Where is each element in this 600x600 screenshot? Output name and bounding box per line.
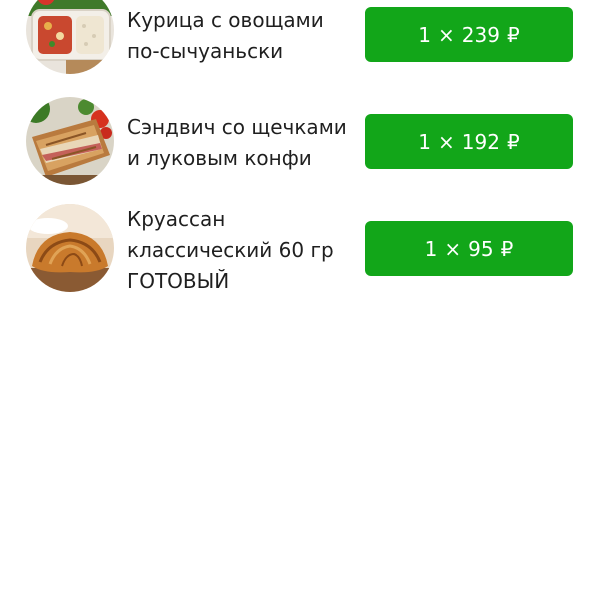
chicken-vegetables-container-image <box>26 0 114 74</box>
item-name-line: и луковым конфи <box>127 146 312 170</box>
times-sign: × <box>438 129 455 154</box>
sandwich-image <box>26 97 114 185</box>
item-name-line: Курица с овощами <box>127 8 324 32</box>
item-name: Сэндвич со щечками и луковым конфи <box>127 112 352 174</box>
item-name-line: ГОТОВЫЙ <box>127 269 230 293</box>
ruble-sign: ₽ <box>506 129 520 154</box>
cart-item-list: Курица с овощами по-сычуаньски 1 × 239 ₽ <box>0 0 600 600</box>
price-value: 95 <box>468 236 494 261</box>
item-name-line: Круассан <box>127 207 226 231</box>
times-sign: × <box>444 236 462 261</box>
ruble-sign: ₽ <box>500 236 514 261</box>
item-name-line: Сэндвич со щечками <box>127 115 347 139</box>
quantity-value: 1 <box>418 22 432 47</box>
quantity-price-button[interactable]: 1 × 239 ₽ <box>365 7 573 62</box>
croissant-image <box>26 204 114 292</box>
item-name: Круассан классический 60 гр ГОТОВЫЙ <box>127 204 352 297</box>
price-value: 239 <box>461 22 500 47</box>
ruble-sign: ₽ <box>506 22 520 47</box>
item-name: Курица с овощами по-сычуаньски <box>127 5 352 67</box>
times-sign: × <box>438 22 455 47</box>
item-name-line: по-сычуаньски <box>127 39 284 63</box>
item-name-line: классический 60 гр <box>127 238 334 262</box>
quantity-value: 1 <box>424 236 438 261</box>
quantity-price-button[interactable]: 1 × 192 ₽ <box>365 114 573 169</box>
quantity-value: 1 <box>418 129 432 154</box>
quantity-price-button[interactable]: 1 × 95 ₽ <box>365 221 573 276</box>
price-value: 192 <box>461 129 500 154</box>
